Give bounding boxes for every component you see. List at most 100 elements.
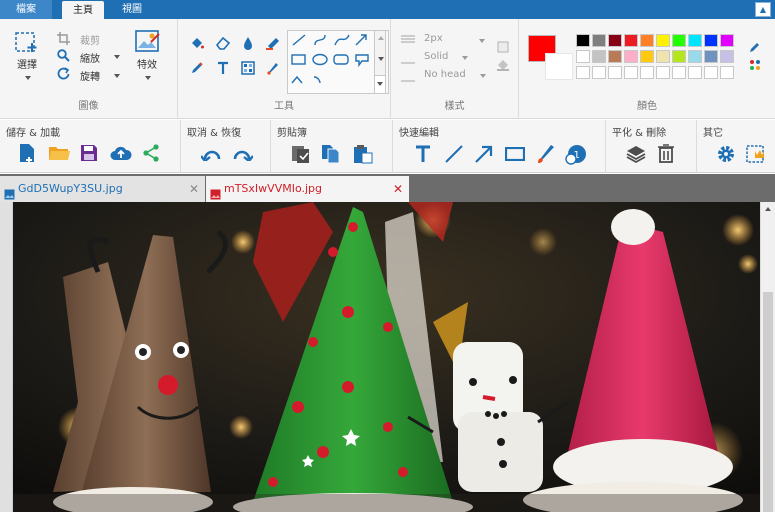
tools-group: 工具 <box>178 19 391 119</box>
select-icon[interactable] <box>14 29 40 58</box>
color-swatch[interactable] <box>688 34 702 47</box>
text-tool-icon[interactable] <box>216 61 230 78</box>
crop-label[interactable]: 裁剪 <box>80 32 100 47</box>
highlighter-icon[interactable] <box>266 36 280 53</box>
scroll-up-arrow[interactable] <box>765 207 771 211</box>
cloud-upload-icon[interactable] <box>110 145 132 164</box>
custom-color-slot[interactable] <box>576 66 590 79</box>
color-swatch[interactable] <box>608 34 622 47</box>
line-style-dropdown-caret[interactable] <box>462 56 468 60</box>
fill-toggle-icon[interactable] <box>497 59 509 74</box>
tab-view[interactable]: 視圖 <box>110 0 154 19</box>
custom-color-slot[interactable] <box>688 66 702 79</box>
color-swatch[interactable] <box>656 50 670 63</box>
settings-gear-icon[interactable] <box>716 144 736 167</box>
rotate-dropdown-caret[interactable] <box>114 74 120 78</box>
custom-color-slot[interactable] <box>720 66 734 79</box>
color-swatch[interactable] <box>704 34 718 47</box>
cut-icon[interactable] <box>291 144 311 167</box>
color-swatch[interactable] <box>576 34 590 47</box>
arrow-head-dropdown-caret[interactable] <box>480 74 486 78</box>
document-tab-active[interactable]: mTSxIwVVMIo.jpg ✕ <box>206 176 409 202</box>
more-colors-icon[interactable] <box>749 59 761 74</box>
eyedropper-icon[interactable] <box>749 41 761 56</box>
custom-color-slot[interactable] <box>704 66 718 79</box>
shapes-expand[interactable] <box>375 75 385 93</box>
color-swatch[interactable] <box>592 34 606 47</box>
effects-label[interactable]: 特效 <box>137 56 157 71</box>
quick-arrow-icon[interactable] <box>475 145 493 166</box>
eraser-icon[interactable] <box>215 36 231 53</box>
color-swatch[interactable] <box>672 50 686 63</box>
other-label: 其它 <box>703 128 723 139</box>
undo-icon[interactable] <box>200 147 221 164</box>
color-swatch[interactable] <box>720 50 734 63</box>
layers-icon[interactable] <box>626 144 646 167</box>
custom-color-slot[interactable] <box>608 66 622 79</box>
screen-capture-icon[interactable] <box>746 143 766 166</box>
close-tab-button[interactable]: ✕ <box>189 176 199 202</box>
color-swatch[interactable] <box>704 50 718 63</box>
color-swatch[interactable] <box>624 50 638 63</box>
quick-line-icon[interactable] <box>445 145 463 166</box>
custom-color-slot[interactable] <box>592 66 606 79</box>
close-tab-button[interactable]: ✕ <box>393 176 403 202</box>
pencil-icon[interactable] <box>190 61 204 78</box>
left-ruler <box>0 202 13 512</box>
rotate-label[interactable]: 旋轉 <box>80 68 100 83</box>
custom-color-slot[interactable] <box>656 66 670 79</box>
size-dropdown-caret[interactable] <box>479 39 485 43</box>
mosaic-icon[interactable] <box>241 61 255 78</box>
save-icon[interactable] <box>80 144 98 165</box>
tab-home[interactable]: 主頁 <box>62 1 104 19</box>
quick-stamp-icon[interactable]: 1 <box>565 143 587 168</box>
image-canvas[interactable] <box>13 202 760 512</box>
effects-icon[interactable] <box>135 30 161 57</box>
vertical-scrollbar[interactable] <box>760 202 775 512</box>
color-swatch[interactable] <box>576 50 590 63</box>
brush-icon[interactable] <box>266 61 280 78</box>
new-file-icon[interactable] <box>18 143 36 166</box>
secondary-color[interactable] <box>545 53 573 80</box>
fill-bucket-icon[interactable] <box>190 36 204 53</box>
color-swatch[interactable] <box>688 50 702 63</box>
copy-icon[interactable] <box>321 144 341 167</box>
select-dropdown-caret[interactable] <box>25 76 31 80</box>
trash-icon[interactable] <box>657 143 675 166</box>
collapse-ribbon-button[interactable]: ▲ <box>755 2 771 17</box>
open-folder-icon[interactable] <box>48 145 70 164</box>
color-picker-icon[interactable] <box>241 36 255 53</box>
color-swatch[interactable] <box>640 50 654 63</box>
shapes-scroll-down[interactable] <box>378 57 384 61</box>
color-swatch[interactable] <box>720 34 734 47</box>
shapes-scrollbar[interactable] <box>374 30 386 94</box>
resize-dropdown-caret[interactable] <box>114 55 120 59</box>
custom-color-slot[interactable] <box>624 66 638 79</box>
scroll-thumb[interactable] <box>763 292 773 512</box>
document-tab[interactable]: GdD5WupY3SU.jpg ✕ <box>0 176 205 202</box>
resize-label[interactable]: 縮放 <box>80 50 100 65</box>
effects-dropdown-caret[interactable] <box>145 76 151 80</box>
outline-toggle-icon[interactable] <box>497 41 509 56</box>
paste-icon[interactable] <box>353 144 373 167</box>
quick-text-icon[interactable] <box>415 145 431 166</box>
color-swatch[interactable] <box>672 34 686 47</box>
color-swatch[interactable] <box>640 34 654 47</box>
tab-file[interactable]: 檔案 <box>0 0 52 19</box>
color-swatch[interactable] <box>656 34 670 47</box>
color-swatch[interactable] <box>608 50 622 63</box>
custom-color-slot[interactable] <box>640 66 654 79</box>
color-swatch[interactable] <box>624 34 638 47</box>
shapes-scroll-up[interactable] <box>378 36 384 40</box>
clipboard-label: 剪貼簿 <box>277 128 307 139</box>
tools-group-label: 工具 <box>274 101 294 112</box>
custom-color-slot[interactable] <box>672 66 686 79</box>
quick-rectangle-icon[interactable] <box>504 146 526 164</box>
undo-redo-group: 取消 & 恢復 <box>181 120 271 173</box>
color-swatch[interactable] <box>592 50 606 63</box>
line-style-icon <box>401 56 415 67</box>
share-icon[interactable] <box>142 144 160 165</box>
redo-icon[interactable] <box>233 147 254 164</box>
select-label[interactable]: 選擇 <box>17 56 37 71</box>
quick-brush-icon[interactable] <box>537 144 555 167</box>
